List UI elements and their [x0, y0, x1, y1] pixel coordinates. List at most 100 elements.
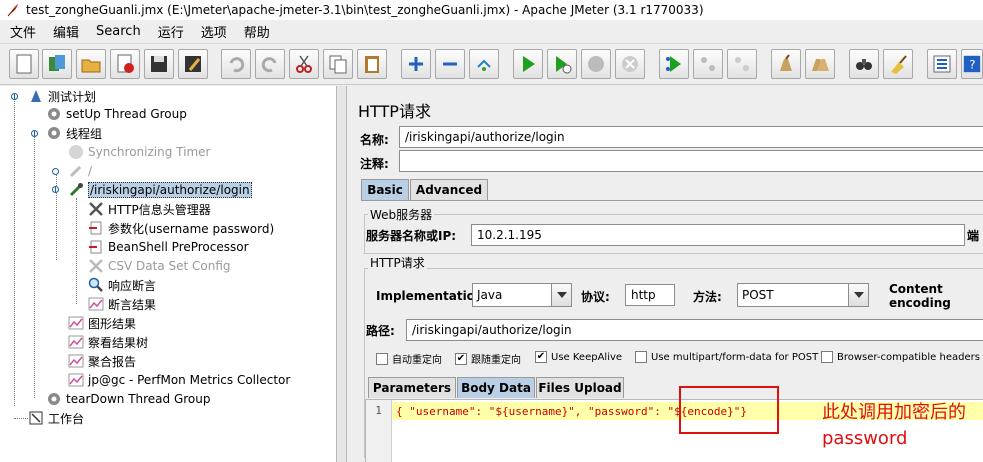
save-as-button[interactable] [178, 49, 208, 79]
redo-icon [261, 57, 277, 73]
menu-edit[interactable]: 编辑 [53, 22, 79, 41]
tab-body-data[interactable]: Body Data [457, 377, 535, 398]
copy-button[interactable] [323, 49, 353, 79]
redo-button[interactable] [255, 49, 285, 79]
tree-node-aggregate[interactable]: 聚合报告 [68, 352, 136, 370]
toggle-button[interactable] [469, 49, 499, 79]
start-no-pause-button[interactable] [547, 49, 577, 79]
tree-node-teardown[interactable]: tearDown Thread Group [46, 390, 211, 408]
comment-field[interactable] [399, 150, 983, 172]
test-plan-tree[interactable]: 测试计划 setUp Thread Group 线程组 Synchronizin… [0, 86, 337, 462]
checkbox-keepalive[interactable]: ✔ Use KeepAlive [535, 351, 622, 363]
toolbar: ? [0, 43, 983, 85]
line-number: 1 [366, 400, 392, 462]
checkbox-box[interactable] [376, 352, 388, 365]
collapse-handle-icon[interactable] [51, 167, 60, 176]
open-button[interactable] [76, 49, 106, 79]
function-helper-button[interactable] [927, 49, 957, 79]
new-icon [16, 54, 32, 74]
close-icon [117, 54, 134, 73]
checkbox-multipart[interactable]: Use multipart/form-data for POST [635, 351, 818, 363]
clear-all-button[interactable] [805, 49, 835, 79]
split-pane-divider[interactable] [337, 86, 347, 462]
comment-label: 注释: [360, 156, 389, 171]
checkbox-follow-redirect[interactable]: ✔ 跟随重定向 [455, 351, 521, 366]
tree-node-slash-sampler[interactable]: / [68, 162, 92, 180]
expand-handle-icon[interactable] [30, 129, 39, 138]
expand-button[interactable] [401, 49, 431, 79]
preprocessor-icon [89, 240, 102, 254]
chart-icon [68, 373, 84, 387]
path-input[interactable]: /iriskingapi/authorize/login [406, 319, 983, 341]
tree-node-assert-result[interactable]: 断言结果 [88, 295, 156, 313]
menu-search[interactable]: Search [96, 24, 141, 39]
dropdown-arrow-icon[interactable] [848, 284, 868, 306]
tab-files-upload[interactable]: Files Upload [536, 377, 624, 398]
menu-help[interactable]: 帮助 [244, 22, 270, 41]
reset-search-button[interactable] [883, 49, 913, 79]
remote-start-button[interactable] [659, 49, 689, 79]
tree-node-label: jp@gc - PerfMon Metrics Collector [88, 373, 291, 387]
name-field[interactable]: /iriskingapi/authorize/login [399, 126, 983, 148]
undo-button[interactable] [221, 49, 251, 79]
save-button[interactable] [144, 49, 174, 79]
name-label: 名称: [360, 132, 389, 147]
start-button[interactable] [513, 49, 543, 79]
save-as-icon [185, 56, 201, 72]
check-icon[interactable]: ✔ [535, 351, 547, 363]
expand-handle-icon[interactable] [10, 92, 19, 101]
server-input[interactable]: 10.2.1.195 [471, 224, 965, 246]
tab-parameters[interactable]: Parameters [368, 377, 456, 398]
stop-icon [588, 56, 604, 72]
implementation-select[interactable]: Java [472, 283, 572, 307]
tree-node-csv[interactable]: CSV Data Set Config [88, 257, 231, 275]
checkbox-browser-headers[interactable]: Browser-compatible headers [821, 351, 980, 363]
tab-basic[interactable]: Basic [361, 179, 409, 200]
tab-advanced[interactable]: Advanced [410, 179, 488, 200]
tree-node-test-plan[interactable]: 测试计划 [28, 87, 96, 105]
remote-shutdown-button[interactable] [727, 49, 757, 79]
tree-node-thread-group[interactable]: 线程组 [46, 124, 102, 142]
dropdown-arrow-icon[interactable] [551, 284, 571, 306]
remote-stop-button[interactable] [693, 49, 723, 79]
templates-icon [49, 55, 65, 71]
tree-node-setup-thread-group[interactable]: setUp Thread Group [46, 105, 187, 123]
check-icon[interactable]: ✔ [455, 352, 467, 365]
tree-node-graph-result[interactable]: 图形结果 [68, 314, 136, 332]
cut-button[interactable] [289, 49, 319, 79]
tree-node-response-assert[interactable]: 响应断言 [88, 276, 156, 294]
menu-file[interactable]: 文件 [10, 22, 36, 41]
close-file-button[interactable] [110, 49, 140, 79]
tree-node-label: /iriskingapi/authorize/login [88, 182, 252, 198]
checkbox-label: Use KeepAlive [551, 351, 623, 363]
help-button[interactable]: ? [961, 49, 983, 79]
checkbox-auto-redirect[interactable]: 自动重定向 [376, 351, 442, 366]
tree-node-header-manager[interactable]: HTTP信息头管理器 [88, 200, 211, 218]
checkbox-box[interactable] [821, 351, 833, 363]
clear-button[interactable] [771, 49, 801, 79]
stop-button[interactable] [581, 49, 611, 79]
tree-node-perfmon[interactable]: jp@gc - PerfMon Metrics Collector [68, 371, 290, 389]
tree-node-workbench[interactable]: 工作台 [28, 409, 84, 427]
templates-button[interactable] [42, 49, 72, 79]
tree-node-param-item[interactable]: 参数化(username password) [88, 219, 274, 237]
expand-handle-icon[interactable] [51, 185, 60, 194]
shutdown-button[interactable] [615, 49, 645, 79]
collapse-button[interactable] [435, 49, 465, 79]
method-select[interactable]: POST [737, 283, 869, 307]
tree-node-view-tree[interactable]: 察看结果树 [68, 333, 148, 351]
checkbox-label: Use multipart/form-data for POST [651, 351, 819, 363]
menu-options[interactable]: 选项 [201, 22, 227, 41]
menu-run[interactable]: 运行 [158, 22, 184, 41]
protocol-input[interactable]: http [625, 284, 675, 306]
paste-button[interactable] [357, 49, 387, 79]
tree-node-sync-timer[interactable]: Synchronizing Timer [68, 143, 210, 161]
checkbox-box[interactable] [635, 351, 647, 363]
timer-icon [69, 145, 83, 159]
search-button[interactable] [849, 49, 879, 79]
tree-node-label: 断言结果 [108, 297, 157, 312]
tree-node-beanshell[interactable]: BeanShell PreProcessor [88, 238, 249, 256]
new-button[interactable] [9, 49, 39, 79]
tree-node-login-sampler[interactable]: /iriskingapi/authorize/login [68, 181, 252, 199]
copy-icon [329, 55, 347, 74]
